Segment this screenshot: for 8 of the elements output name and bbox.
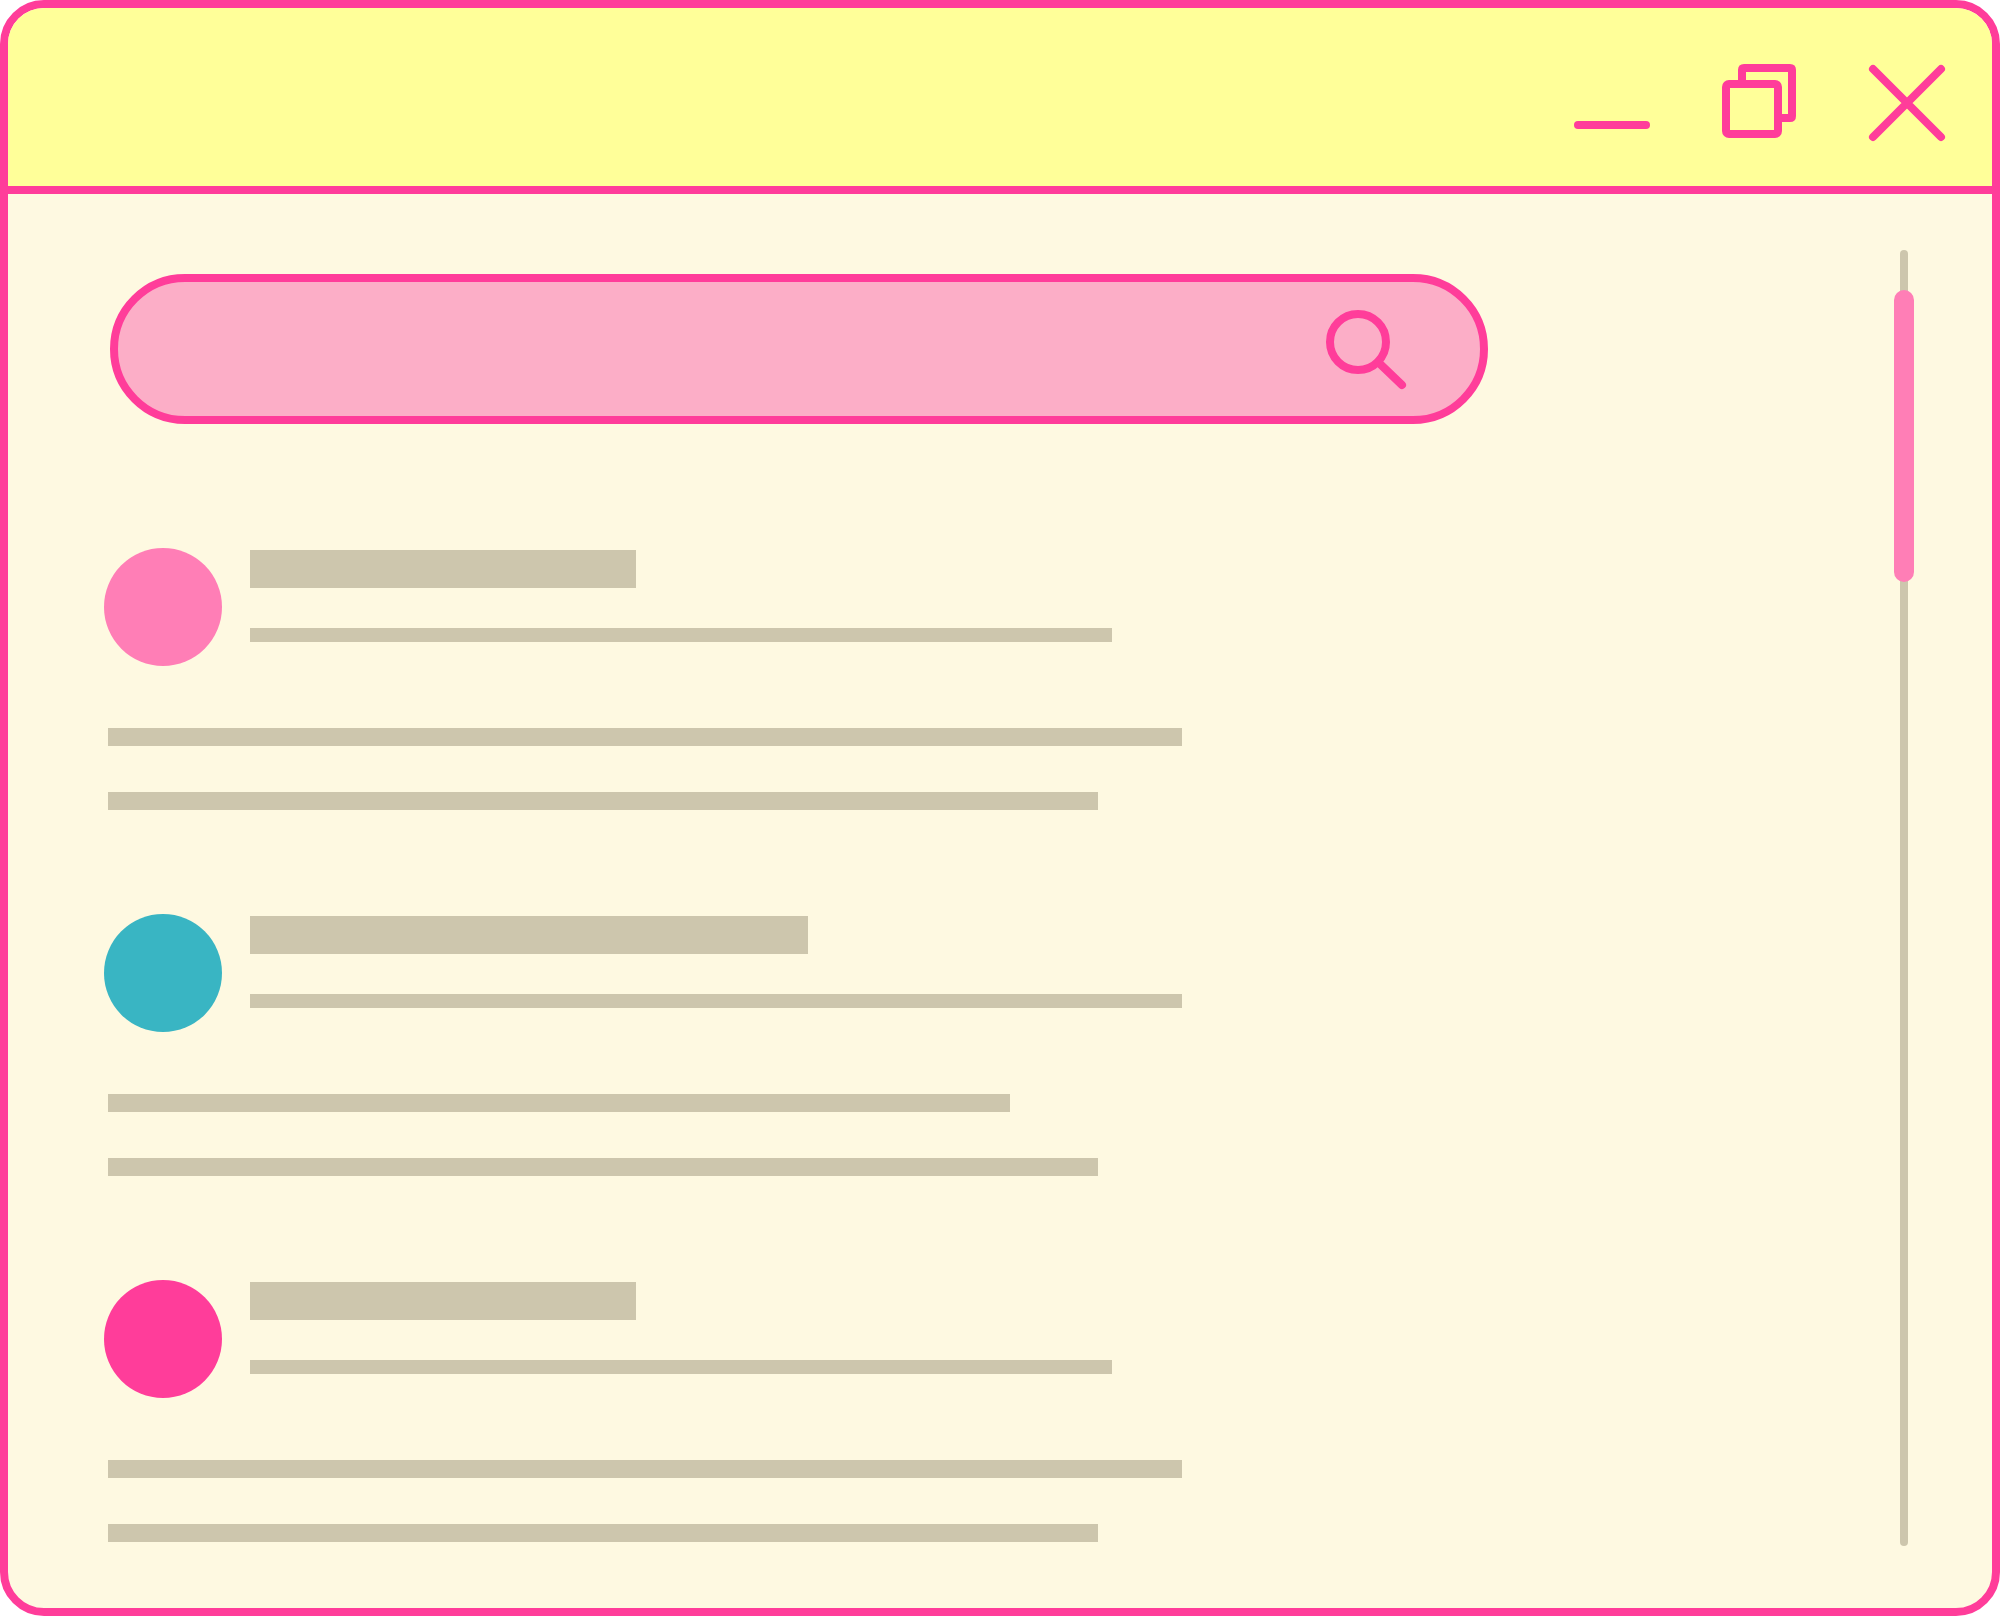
restore-icon bbox=[1722, 64, 1796, 138]
minimize-button[interactable] bbox=[1574, 120, 1650, 130]
restore-button[interactable] bbox=[1722, 64, 1796, 138]
minimize-icon bbox=[1574, 120, 1650, 130]
close-button[interactable] bbox=[1868, 64, 1946, 142]
search-icon bbox=[1324, 308, 1408, 390]
scrollbar-thumb[interactable] bbox=[1894, 290, 1914, 582]
close-icon bbox=[1868, 64, 1946, 142]
